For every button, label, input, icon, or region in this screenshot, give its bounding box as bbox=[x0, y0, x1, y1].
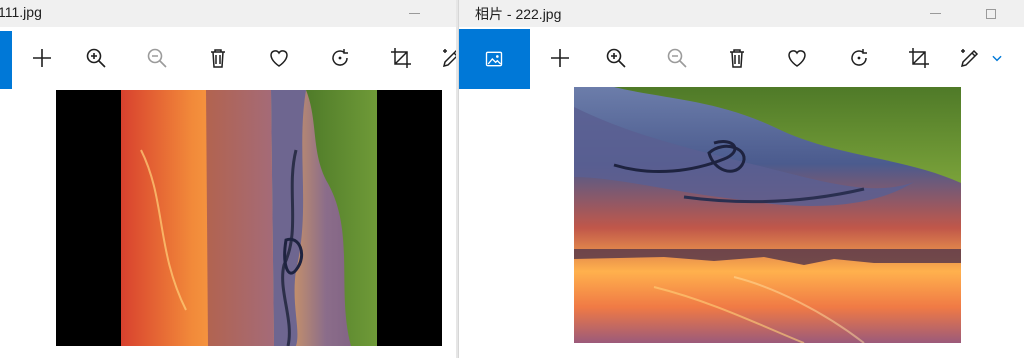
minimize-button[interactable] bbox=[917, 0, 953, 27]
favorite-icon bbox=[270, 50, 288, 67]
photo-window-left: 111.jpg bbox=[0, 0, 456, 358]
favorite-button[interactable] bbox=[782, 43, 812, 73]
window-title: 111.jpg bbox=[0, 4, 42, 20]
upside-down-photo bbox=[574, 87, 961, 343]
window-title: 相片 - 222.jpg bbox=[475, 6, 562, 22]
favorite-button[interactable] bbox=[264, 43, 294, 73]
delete-button[interactable] bbox=[722, 43, 752, 73]
edit-icon bbox=[442, 49, 456, 68]
add-button[interactable] bbox=[545, 43, 575, 73]
add-button[interactable] bbox=[27, 43, 57, 73]
zoom-out-icon bbox=[147, 48, 167, 68]
image-viewport[interactable] bbox=[56, 90, 442, 346]
crop-icon bbox=[909, 48, 929, 68]
chevron-down-icon bbox=[992, 55, 1002, 62]
photos-app-button[interactable] bbox=[459, 29, 530, 89]
zoom-in-icon bbox=[606, 48, 626, 68]
maximize-icon bbox=[986, 8, 996, 19]
edit-button[interactable] bbox=[955, 43, 985, 73]
rotate-icon bbox=[851, 49, 867, 66]
edit-button[interactable] bbox=[437, 43, 456, 73]
zoom-out-button[interactable] bbox=[662, 43, 692, 73]
zoom-in-button[interactable] bbox=[81, 43, 111, 73]
minimize-button[interactable] bbox=[396, 0, 432, 27]
rotate-icon bbox=[332, 49, 348, 66]
minimize-icon bbox=[408, 13, 420, 14]
favorite-icon bbox=[788, 50, 806, 67]
toolbar bbox=[459, 27, 1024, 89]
rotated-photo bbox=[121, 90, 377, 346]
photo-icon bbox=[485, 51, 503, 67]
more-button[interactable] bbox=[985, 43, 1009, 73]
crop-button[interactable] bbox=[904, 43, 934, 73]
zoom-out-button[interactable] bbox=[142, 43, 172, 73]
image-viewport[interactable] bbox=[574, 87, 961, 343]
rotate-button[interactable] bbox=[325, 43, 355, 73]
zoom-out-icon bbox=[667, 48, 687, 68]
toolbar bbox=[0, 27, 456, 89]
delete-icon bbox=[730, 49, 744, 68]
zoom-in-icon bbox=[86, 48, 106, 68]
zoom-in-button[interactable] bbox=[601, 43, 631, 73]
add-icon bbox=[33, 49, 51, 67]
crop-icon bbox=[391, 48, 411, 68]
app-tab-edge[interactable] bbox=[0, 31, 12, 89]
title-bar: 111.jpg bbox=[0, 0, 456, 27]
crop-button[interactable] bbox=[386, 43, 416, 73]
title-bar: 相片 - 222.jpg bbox=[459, 0, 1024, 27]
delete-button[interactable] bbox=[203, 43, 233, 73]
edit-icon bbox=[960, 49, 979, 68]
minimize-icon bbox=[929, 13, 941, 14]
rotate-button[interactable] bbox=[844, 43, 874, 73]
add-icon bbox=[551, 49, 569, 67]
delete-icon bbox=[211, 49, 225, 68]
maximize-button[interactable] bbox=[973, 0, 1009, 27]
photo-window-right: 相片 - 222.jpg bbox=[458, 0, 1024, 358]
